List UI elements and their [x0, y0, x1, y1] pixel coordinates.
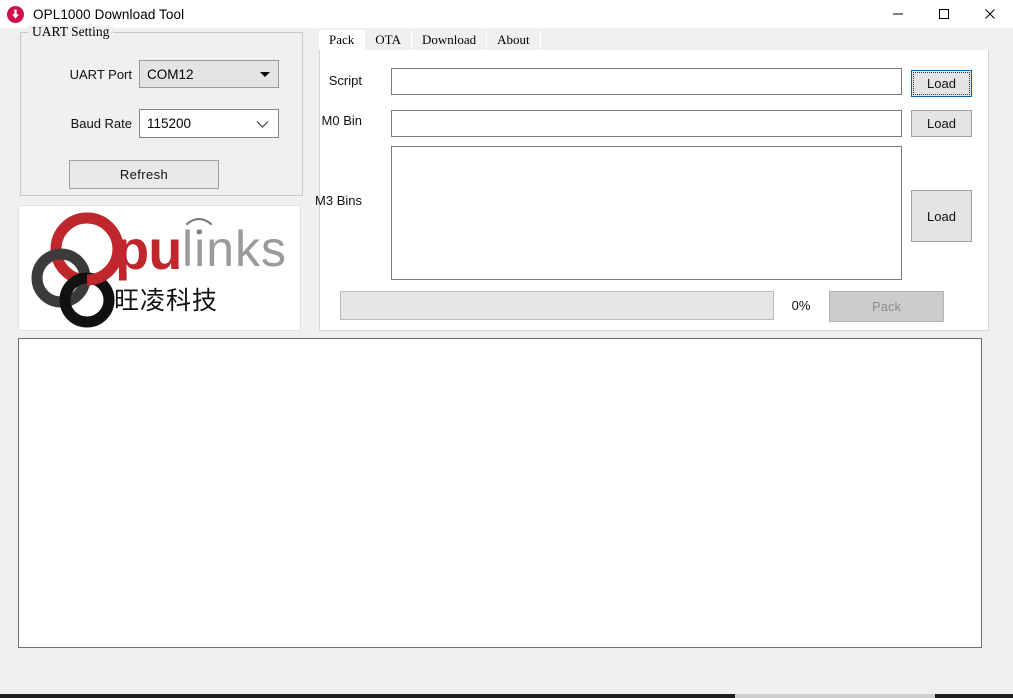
script-load-label: Load: [927, 76, 956, 91]
tab-strip-filler: [539, 30, 989, 50]
taskbar-highlight: [735, 694, 935, 698]
m3-bins-list[interactable]: [391, 146, 902, 280]
baud-rate-label: Baud Rate: [70, 116, 132, 131]
tab-ota[interactable]: OTA: [364, 30, 411, 50]
maximize-icon: [939, 9, 949, 19]
uart-port-value: COM12: [147, 66, 194, 82]
tab-pack[interactable]: Pack: [319, 30, 365, 50]
m0-bin-input[interactable]: [391, 110, 902, 137]
refresh-button[interactable]: Refresh: [69, 160, 219, 189]
svg-text:links: links: [182, 221, 287, 277]
window-controls: [875, 0, 1013, 28]
maximize-button[interactable]: [921, 0, 967, 28]
script-label: Script: [328, 73, 362, 88]
download-circle-icon: [7, 5, 24, 23]
pack-button[interactable]: Pack: [829, 291, 944, 322]
m3-bins-load-button[interactable]: Load: [911, 190, 972, 242]
uart-setting-group-title: UART Setting: [28, 25, 114, 39]
m3-bins-label: M3 Bins: [315, 193, 362, 208]
chevron-down-icon: [260, 72, 270, 77]
baud-rate-select[interactable]: 115200: [139, 109, 279, 138]
opulinks-logo: pu links 旺凌科技: [18, 205, 301, 331]
title-bar: OPL1000 Download Tool: [0, 0, 1013, 28]
close-icon: [985, 9, 995, 19]
minimize-button[interactable]: [875, 0, 921, 28]
chevron-down-icon: [256, 121, 269, 128]
script-input[interactable]: [391, 68, 902, 95]
svg-text:旺凌科技: 旺凌科技: [114, 286, 218, 315]
svg-text:pu: pu: [115, 218, 181, 281]
tab-strip: Pack OTA Download About: [319, 30, 989, 50]
tab-download[interactable]: Download: [410, 30, 487, 50]
application-window: OPL1000 Download Tool UART Setting UART …: [0, 0, 1013, 680]
uart-port-select[interactable]: COM12: [139, 60, 279, 88]
m0-bin-label: M0 Bin: [321, 113, 362, 128]
m0-bin-load-button[interactable]: Load: [911, 110, 972, 137]
baud-rate-value: 115200: [147, 116, 192, 131]
close-button[interactable]: [967, 0, 1013, 28]
log-output-panel[interactable]: [18, 338, 982, 648]
uart-port-label: UART Port: [69, 67, 132, 82]
pack-progress-percent: 0%: [791, 298, 811, 313]
script-load-button[interactable]: Load: [911, 70, 972, 97]
window-title: OPL1000 Download Tool: [33, 6, 185, 22]
taskbar: [0, 680, 1013, 698]
minimize-icon: [893, 13, 903, 15]
pack-progress-bar: [340, 291, 774, 320]
tab-about[interactable]: About: [486, 30, 540, 50]
